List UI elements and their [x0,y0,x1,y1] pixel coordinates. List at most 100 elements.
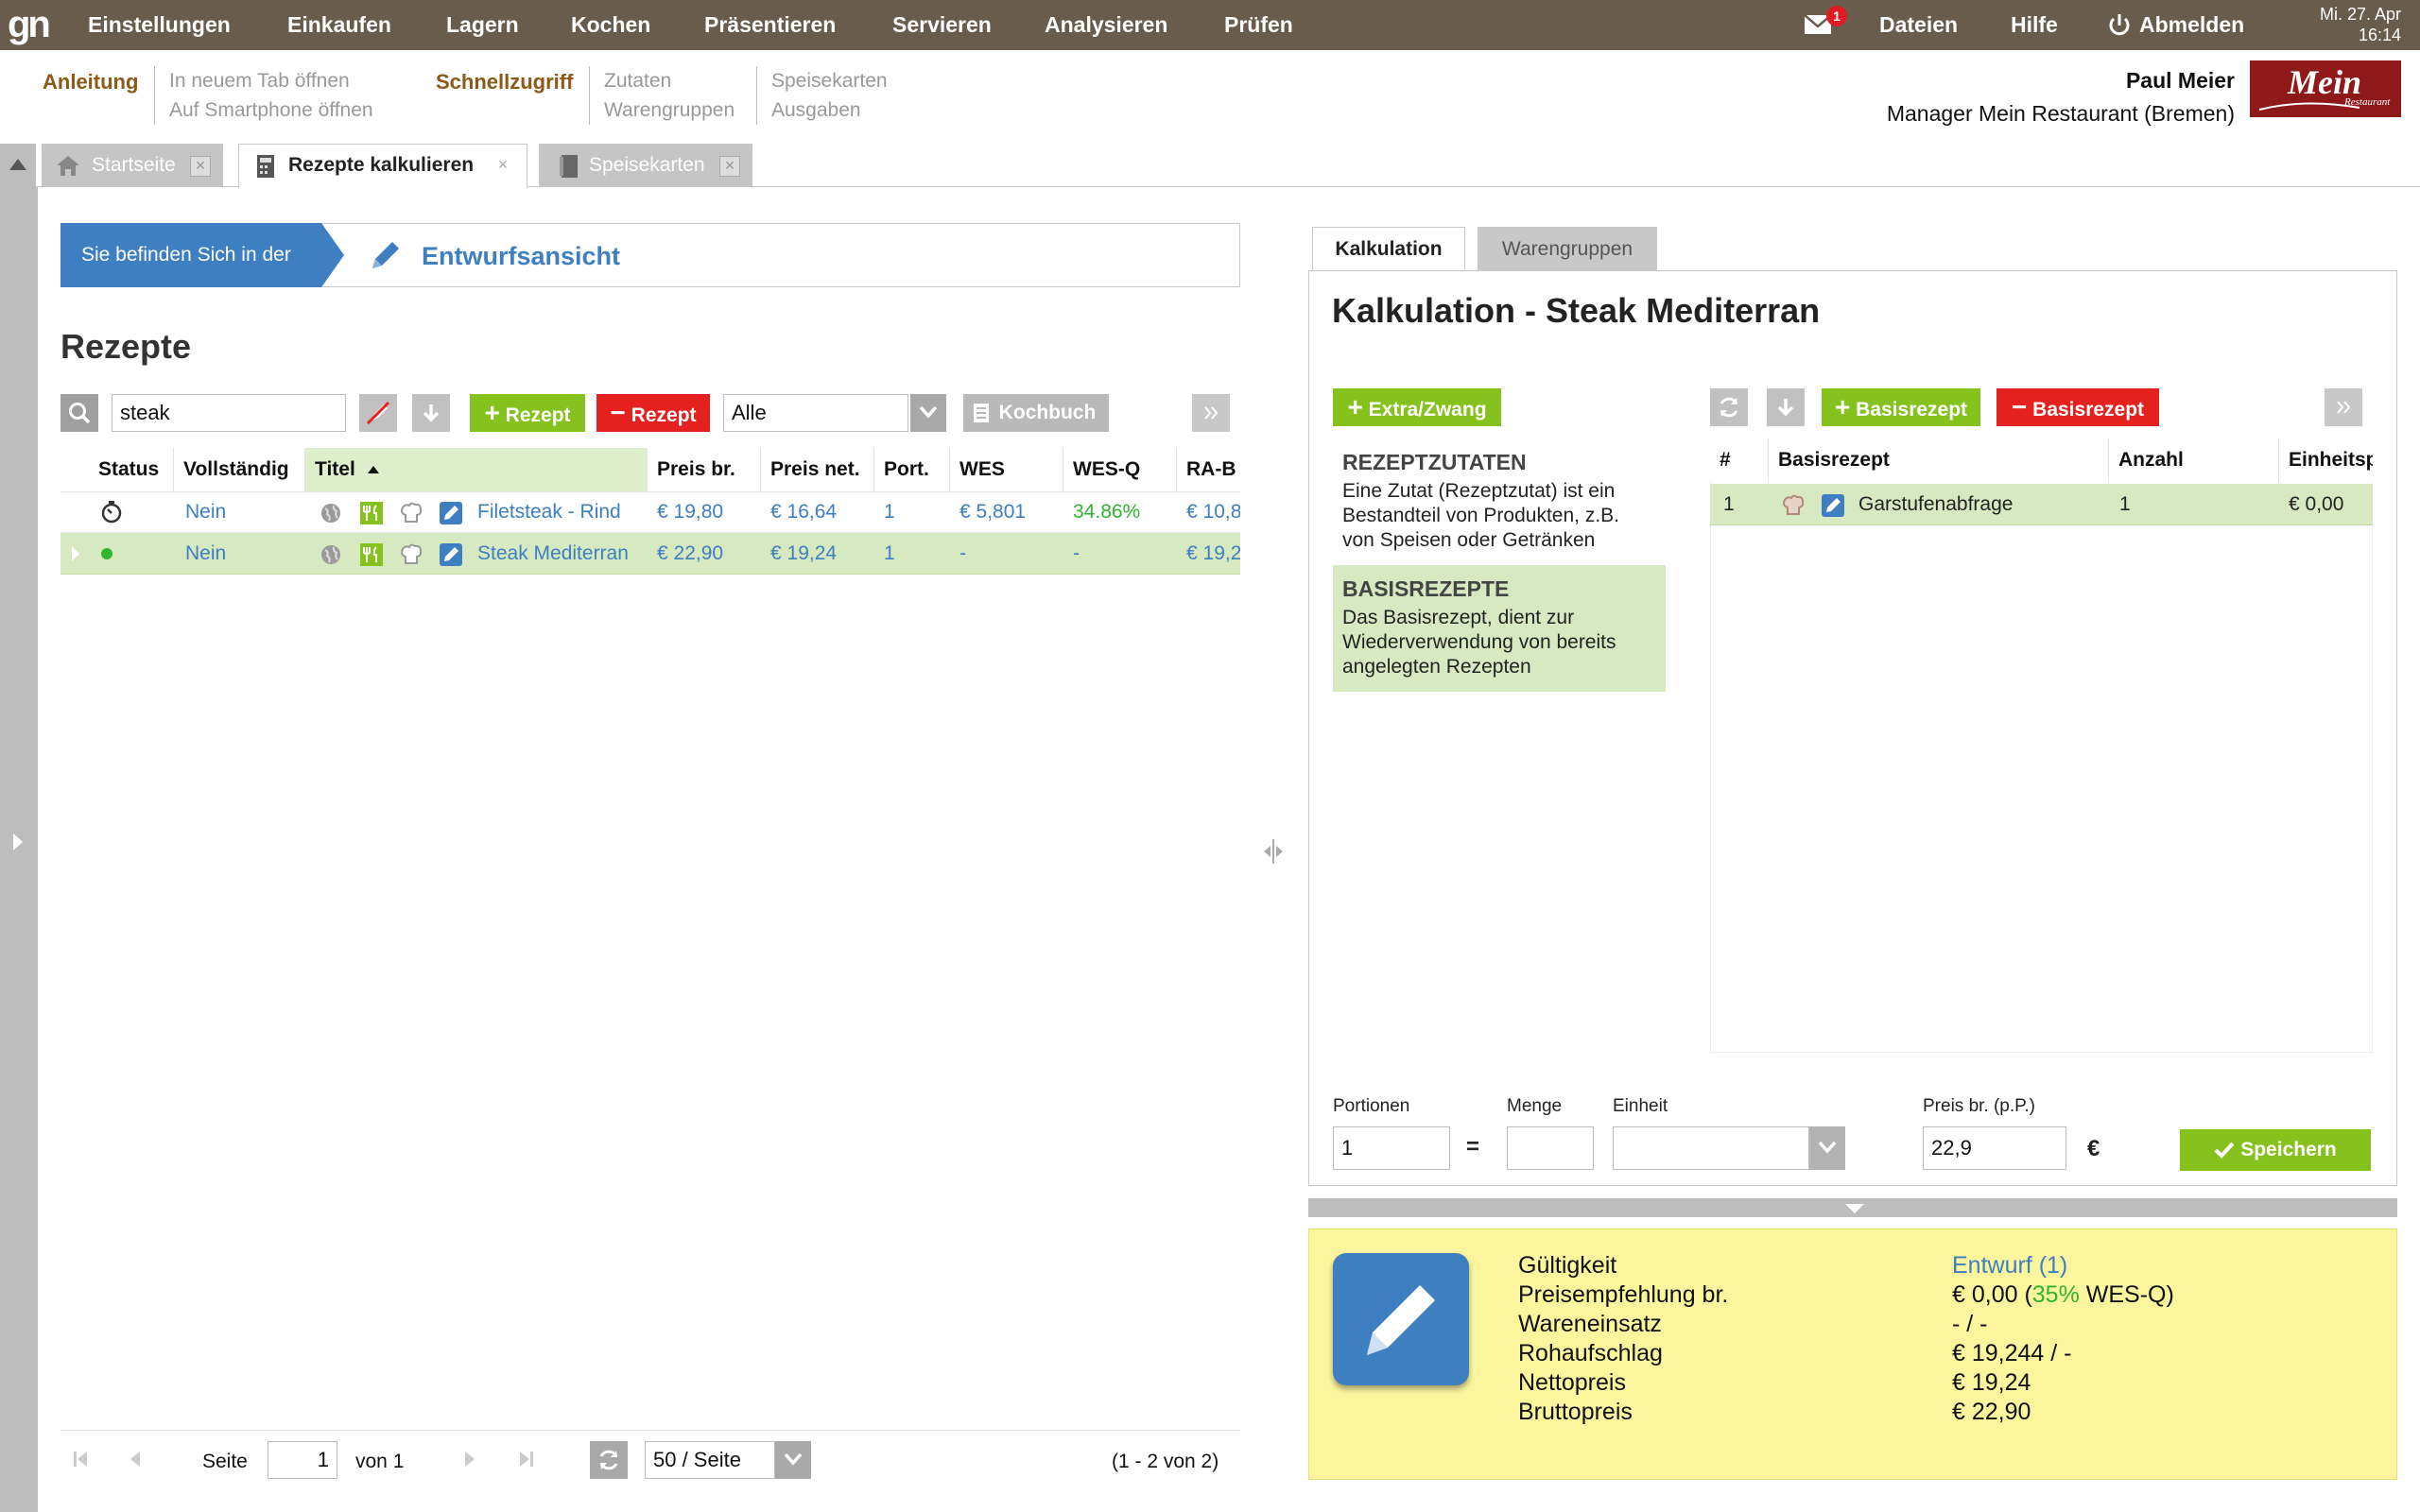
validity-link[interactable]: Entwurf (1) [1952,1251,2067,1280]
cutlery-icon[interactable] [359,542,384,567]
base-recipe-name[interactable]: Garstufenabfrage [1858,484,2013,525]
col-ra-b[interactable]: RA-B [1177,448,1240,491]
menu-einstellungen[interactable]: Einstellungen [88,0,231,50]
info-label-goods: Wareneinsatz [1518,1311,1662,1337]
search-button[interactable] [60,394,98,432]
menu-abmelden[interactable]: Abmelden [2139,0,2244,50]
globe-icon[interactable] [320,543,342,566]
table-row-selected[interactable] [60,533,1240,575]
price-input[interactable] [1923,1126,2066,1170]
download-button[interactable] [412,394,450,432]
calc-expand-columns-button[interactable] [2325,388,2362,426]
tab-kalkulation[interactable]: Kalkulation [1312,227,1465,271]
plus-icon: + [1347,392,1363,421]
box-basisrezepte[interactable]: BASISREZEPTE Das Basisrezept, dient zur … [1333,565,1666,692]
refresh-button[interactable] [590,1441,628,1479]
panel-splitter[interactable] [1308,1198,2397,1217]
price-net: € 19,24 [770,542,838,564]
menu-lagern[interactable]: Lagern [446,0,519,50]
row-expand-icon[interactable] [70,544,81,563]
edit-icon[interactable] [439,501,463,525]
col-basisrezept[interactable]: Basisrezept [1769,438,2109,482]
collapse-header-button[interactable] [0,144,36,187]
prev-page-icon[interactable] [127,1449,142,1469]
next-page-icon[interactable] [463,1449,478,1469]
menu-hilfe[interactable]: Hilfe [2011,0,2058,50]
page-size-dropdown[interactable] [775,1441,811,1479]
menu-pruefen[interactable]: Prüfen [1224,0,1293,50]
chef-hat-icon[interactable] [399,542,424,567]
last-page-icon[interactable] [518,1449,535,1469]
side-rail[interactable] [0,187,38,1512]
recipe-title[interactable]: Steak Mediterran [477,533,648,575]
open-new-tab-link[interactable]: In neuem Tab öffnen [169,70,350,93]
amount-input[interactable] [1507,1126,1594,1170]
portions-input[interactable] [1333,1126,1450,1170]
menu-einkaufen[interactable]: Einkaufen [287,0,391,50]
page-size-select[interactable] [645,1441,775,1479]
calc-refresh-button[interactable] [1710,388,1748,426]
col-wes[interactable]: WES [950,448,1063,491]
tab-speisekarten[interactable]: Speisekarten × [539,144,752,187]
close-icon[interactable]: × [493,156,513,177]
col-einheitspreis[interactable]: Einheitspreis [2279,438,2373,482]
chef-hat-icon[interactable] [399,501,424,525]
tab-startseite[interactable]: Startseite × [42,144,223,187]
expand-side-icon[interactable] [11,832,25,852]
col-titel[interactable]: Titel [305,448,648,491]
recipe-filter-select[interactable] [723,394,908,432]
extra-zwang-button[interactable]: + Extra/Zwang [1333,388,1501,426]
close-icon[interactable]: × [190,156,211,177]
menu-kochen[interactable]: Kochen [571,0,650,50]
quick-link-warengruppen[interactable]: Warengruppen [604,99,735,122]
tab-warengruppen[interactable]: Warengruppen [1478,227,1657,270]
quick-link-ausgaben[interactable]: Ausgaben [771,99,861,122]
save-button[interactable]: Speichern [2180,1129,2371,1171]
col-wes-q[interactable]: WES-Q [1063,448,1177,491]
table-row[interactable] [60,491,1240,533]
col-preis-br[interactable]: Preis br. [648,448,761,491]
clear-filter-button[interactable] [359,394,397,432]
calc-download-button[interactable] [1767,388,1805,426]
unit-dropdown[interactable] [1809,1126,1845,1170]
col-preis-net[interactable]: Preis net. [761,448,874,491]
menu-servieren[interactable]: Servieren [892,0,992,50]
first-page-icon[interactable] [72,1449,89,1469]
quick-link-speisekarten[interactable]: Speisekarten [771,70,888,93]
col-port[interactable]: Port. [874,448,950,491]
col-status[interactable]: Status [89,448,174,491]
splitter-handle-icon[interactable] [1261,837,1286,866]
recipe-search-input[interactable] [112,394,346,432]
menu-dateien[interactable]: Dateien [1879,0,1958,50]
menu-analysieren[interactable]: Analysieren [1045,0,1167,50]
col-vollstaendig[interactable]: Vollständig [174,448,305,491]
app-logo[interactable]: gn [8,4,51,47]
price-label: Preis br. (p.P.) [1923,1096,2035,1116]
base-recipe-count[interactable]: 1 [2119,484,2131,525]
cookbook-button[interactable]: Kochbuch [963,394,1109,432]
tab-rezepte-kalkulieren[interactable]: Rezepte kalkulieren × [238,144,527,188]
box-rezeptzutaten[interactable]: REZEPTZUTATEN Eine Zutat (Rezeptzutat) i… [1333,438,1666,563]
page-number-input[interactable] [268,1441,337,1479]
collapse-down-icon[interactable] [1843,1202,1866,1215]
col-anzahl[interactable]: Anzahl [2109,438,2279,482]
cutlery-icon[interactable] [359,501,384,525]
globe-icon[interactable] [320,502,342,524]
close-icon[interactable]: × [719,156,740,177]
remove-base-recipe-button[interactable]: − Basisrezept [1996,388,2159,426]
filter-dropdown-button[interactable] [910,394,946,432]
menu-praesentieren[interactable]: Präsentieren [704,0,836,50]
expand-columns-button[interactable] [1192,394,1230,432]
open-smartphone-link[interactable]: Auf Smartphone öffnen [169,99,373,122]
edit-icon[interactable] [1821,493,1845,518]
col-num[interactable]: # [1710,438,1769,482]
remove-recipe-button[interactable]: − Rezept [596,394,710,432]
edit-icon[interactable] [439,542,463,567]
unit-select[interactable] [1613,1126,1809,1170]
chevron-down-icon [919,405,938,419]
recipe-title[interactable]: Filetsteak - Rind [477,491,648,533]
quick-link-zutaten[interactable]: Zutaten [604,70,671,93]
add-base-recipe-button[interactable]: + Basisrezept [1822,388,1980,426]
table-row-selected[interactable] [1710,484,2373,525]
add-recipe-button[interactable]: + Rezept [470,394,585,432]
